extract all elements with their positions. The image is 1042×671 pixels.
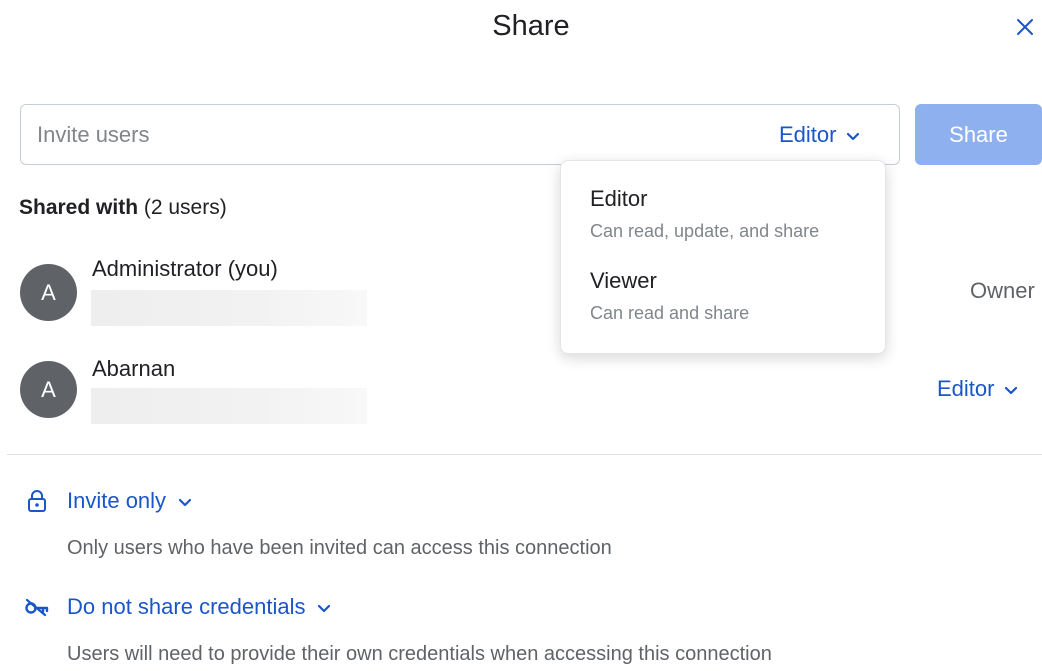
access-setting-label: Invite only: [67, 488, 167, 513]
lock-icon: [24, 488, 50, 514]
shared-with-count: (2 users): [143, 196, 227, 219]
credentials-setting-description: Users will need to provide their own cre…: [67, 643, 772, 665]
menu-item-title: Viewer: [590, 268, 657, 293]
role-menu: Editor Can read, update, and share Viewe…: [560, 160, 886, 354]
menu-item-description: Can read and share: [590, 303, 750, 323]
invite-box: Editor: [20, 104, 900, 165]
menu-item-viewer[interactable]: Viewer Can read and share: [561, 268, 885, 324]
chevron-down-icon: [178, 488, 192, 514]
credentials-setting-label: Do not share credentials: [67, 594, 306, 619]
user-email-redacted: [91, 290, 367, 326]
menu-item-title: Editor: [590, 186, 648, 211]
avatar: A: [20, 264, 77, 321]
user-role-label: Editor: [937, 376, 995, 401]
menu-item-editor[interactable]: Editor Can read, update, and share: [561, 186, 885, 242]
shared-with-label: Shared with: [19, 196, 139, 219]
share-button[interactable]: Share: [915, 104, 1042, 165]
access-setting-dropdown[interactable]: Invite only: [24, 488, 192, 514]
invite-role-dropdown[interactable]: Editor: [779, 119, 860, 151]
invite-role-label: Editor: [779, 122, 837, 147]
chevron-down-icon: [846, 122, 860, 148]
dialog-title: Share: [492, 10, 570, 42]
menu-item-description: Can read, update, and share: [590, 221, 820, 241]
shared-with-heading: Shared with (2 users): [19, 196, 227, 220]
share-dialog: Share Editor Share Shared with (2 users)…: [0, 0, 1042, 671]
user-role-dropdown[interactable]: Editor: [937, 376, 1018, 402]
avatar: A: [20, 361, 77, 418]
invite-users-input[interactable]: [37, 117, 737, 153]
user-name: Administrator (you): [92, 256, 278, 281]
chevron-down-icon: [1004, 376, 1018, 402]
close-icon[interactable]: [1010, 12, 1040, 42]
user-email-redacted: [91, 388, 367, 424]
chevron-down-icon: [317, 594, 331, 620]
user-role-owner: Owner: [970, 278, 1035, 303]
credentials-setting-dropdown[interactable]: Do not share credentials: [24, 594, 331, 620]
divider: [7, 454, 1042, 455]
key-off-icon: [24, 594, 50, 620]
access-setting-description: Only users who have been invited can acc…: [67, 537, 612, 559]
user-name: Abarnan: [92, 356, 176, 381]
